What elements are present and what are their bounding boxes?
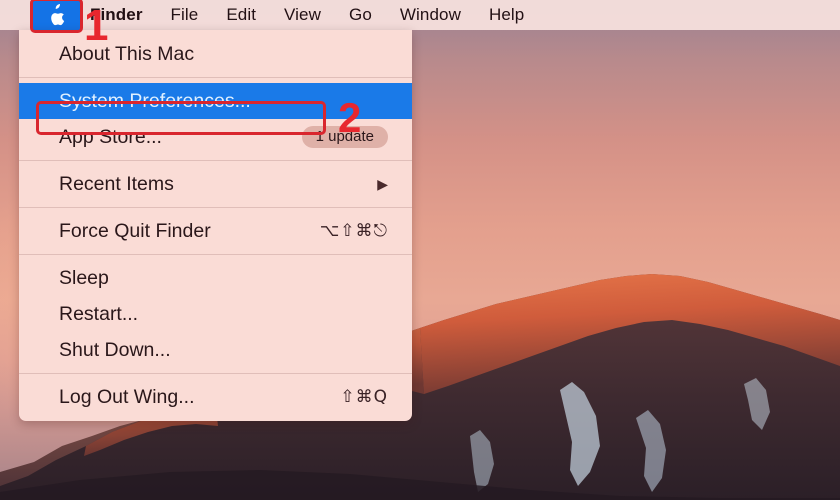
menu-item-label: Shut Down... (59, 338, 171, 361)
menu-separator (19, 77, 412, 78)
menu-item-label: Recent Items (59, 172, 174, 195)
menu-bar-item-help[interactable]: Help (475, 0, 538, 30)
menu-item-shut-down[interactable]: Shut Down... (19, 332, 412, 368)
menu-item-label: Sleep (59, 266, 109, 289)
keyboard-shortcut: ⇧⌘Q (340, 387, 388, 407)
menu-separator (19, 373, 412, 374)
menu-item-force-quit-finder[interactable]: Force Quit Finder ⌥⇧⌘⎋ (19, 213, 412, 249)
menu-item-system-preferences[interactable]: System Preferences... (19, 83, 412, 119)
menu-item-app-store[interactable]: App Store... 1 update (19, 119, 412, 155)
menu-item-label: Force Quit Finder (59, 219, 211, 242)
menu-item-restart[interactable]: Restart... (19, 296, 412, 332)
menu-separator (19, 254, 412, 255)
menu-item-sleep[interactable]: Sleep (19, 260, 412, 296)
menu-bar[interactable]: Finder File Edit View Go Window Help (0, 0, 840, 30)
menu-bar-item-go[interactable]: Go (335, 0, 386, 30)
menu-item-label: Log Out Wing... (59, 385, 195, 408)
menu-item-about-this-mac[interactable]: About This Mac (19, 36, 412, 72)
app-store-update-badge: 1 update (301, 126, 388, 148)
menu-bar-item-window[interactable]: Window (386, 0, 475, 30)
menu-separator (19, 207, 412, 208)
menu-item-label: About This Mac (59, 42, 195, 65)
menu-bar-item-view[interactable]: View (270, 0, 335, 30)
menu-item-label: App Store... (59, 125, 162, 148)
menu-separator (19, 160, 412, 161)
keyboard-shortcut: ⌥⇧⌘⎋ (319, 221, 388, 241)
menu-item-label: System Preferences... (59, 89, 251, 112)
menu-item-log-out[interactable]: Log Out Wing... ⇧⌘Q (19, 379, 412, 415)
chevron-right-icon: ▶ (377, 175, 388, 192)
menu-bar-item-edit[interactable]: Edit (212, 0, 270, 30)
menu-item-recent-items[interactable]: Recent Items ▶ (19, 166, 412, 202)
apple-logo-icon (47, 3, 66, 27)
menu-item-label: Restart... (59, 302, 139, 325)
apple-dropdown-menu[interactable]: About This Mac System Preferences... App… (19, 30, 412, 421)
menu-bar-item-file[interactable]: File (157, 0, 213, 30)
menu-bar-item-finder[interactable]: Finder (80, 0, 157, 30)
apple-menu-button[interactable] (33, 0, 80, 30)
